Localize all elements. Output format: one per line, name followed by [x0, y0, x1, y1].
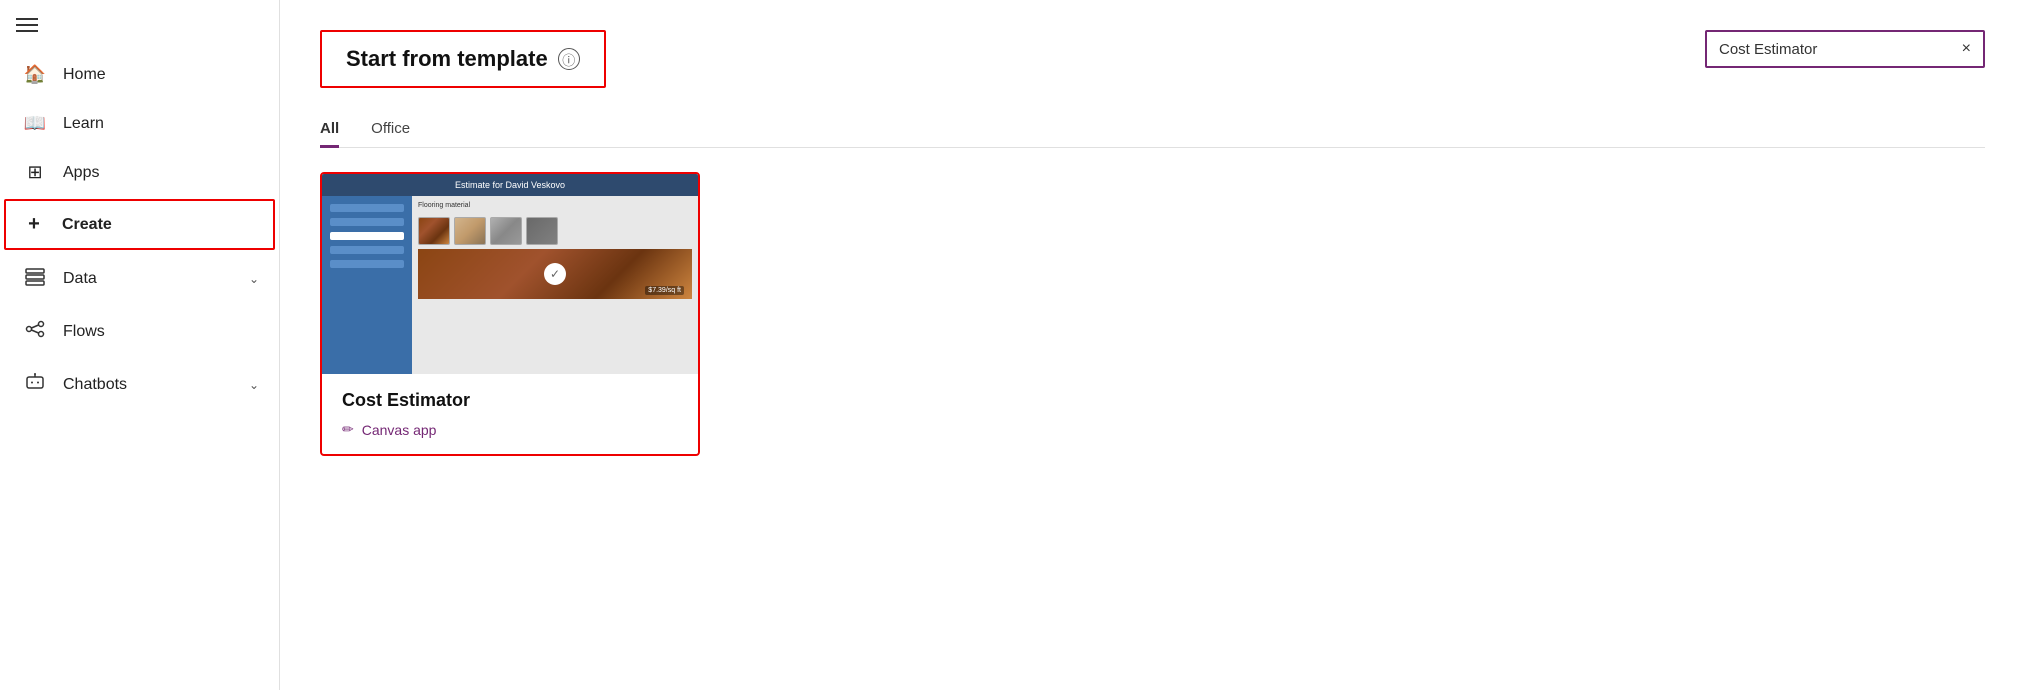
sidebar: 🏠 Home 📖 Learn ⊞ Apps + Create Data ⌄ — [0, 0, 280, 690]
tile-hardwood — [418, 217, 450, 245]
hamburger-button[interactable] — [0, 0, 279, 50]
template-title: Start from template — [346, 46, 548, 72]
learn-icon: 📖 — [23, 113, 47, 134]
sidebar-preview-item-2 — [330, 218, 404, 226]
card-type-label: Canvas app — [362, 422, 437, 438]
template-tabs: All Office — [320, 112, 1985, 148]
sidebar-label-chatbots: Chatbots — [63, 376, 127, 394]
flooring-label: Flooring material — [418, 202, 692, 209]
sidebar-preview-item-1 — [330, 204, 404, 212]
sidebar-item-data[interactable]: Data ⌄ — [0, 252, 279, 305]
sidebar-preview-item-4 — [330, 246, 404, 254]
price-tag: $7.39/sq ft — [645, 286, 684, 295]
tile-vinyl — [490, 217, 522, 245]
flooring-tiles — [418, 217, 692, 245]
sidebar-item-chatbots[interactable]: Chatbots ⌄ — [0, 358, 279, 411]
sidebar-item-home[interactable]: 🏠 Home — [0, 50, 279, 99]
app-preview: Estimate for David Veskovo Flooring mate… — [322, 174, 698, 374]
card-preview: Estimate for David Veskovo Flooring mate… — [322, 174, 698, 374]
sidebar-label-data: Data — [63, 270, 97, 288]
search-box-container: × — [1705, 30, 1985, 68]
sidebar-item-flows[interactable]: Flows — [0, 305, 279, 358]
template-card-cost-estimator[interactable]: Estimate for David Veskovo Flooring mate… — [320, 172, 700, 456]
app-preview-sidebar — [322, 196, 412, 374]
search-input[interactable] — [1719, 41, 1954, 58]
sidebar-label-apps: Apps — [63, 164, 99, 182]
chatbots-chevron-icon: ⌄ — [249, 378, 259, 392]
app-preview-header: Estimate for David Veskovo — [322, 174, 698, 196]
app-preview-body: Flooring material ✓ $7.39/sq ft — [322, 196, 698, 374]
tab-all[interactable]: All — [320, 112, 339, 148]
sidebar-preview-item-5 — [330, 260, 404, 268]
card-body: Cost Estimator ✏ Canvas app — [322, 374, 698, 454]
tab-office[interactable]: Office — [371, 112, 410, 148]
info-icon[interactable]: ⓘ — [558, 48, 580, 70]
pencil-icon: ✏ — [342, 421, 354, 438]
apps-icon: ⊞ — [23, 162, 47, 183]
sidebar-label-flows: Flows — [63, 323, 105, 341]
sidebar-item-learn[interactable]: 📖 Learn — [0, 99, 279, 148]
sidebar-item-create[interactable]: + Create — [4, 199, 275, 250]
sidebar-preview-item-3 — [330, 232, 404, 240]
flows-icon — [23, 319, 47, 344]
sidebar-label-home: Home — [63, 66, 106, 84]
card-type: ✏ Canvas app — [342, 421, 678, 438]
create-icon: + — [22, 213, 46, 236]
sidebar-label-create: Create — [62, 216, 112, 234]
sidebar-label-learn: Learn — [63, 115, 104, 133]
search-close-button[interactable]: × — [1962, 40, 1971, 58]
data-icon — [23, 266, 47, 291]
tile-extra — [526, 217, 558, 245]
data-chevron-icon: ⌄ — [249, 272, 259, 286]
template-header: Start from template ⓘ — [320, 30, 606, 88]
home-icon: 🏠 — [23, 64, 47, 85]
search-box: × — [1705, 30, 1985, 68]
sidebar-item-apps[interactable]: ⊞ Apps — [0, 148, 279, 197]
card-name: Cost Estimator — [342, 390, 678, 411]
app-preview-bottom: ✓ $7.39/sq ft — [418, 249, 692, 299]
chatbots-icon — [23, 372, 47, 397]
tile-laminate — [454, 217, 486, 245]
main-content: × Start from template ⓘ All Office Estim… — [280, 0, 2025, 690]
app-preview-content: Flooring material ✓ $7.39/sq ft — [412, 196, 698, 374]
checkmark-icon: ✓ — [544, 263, 566, 285]
